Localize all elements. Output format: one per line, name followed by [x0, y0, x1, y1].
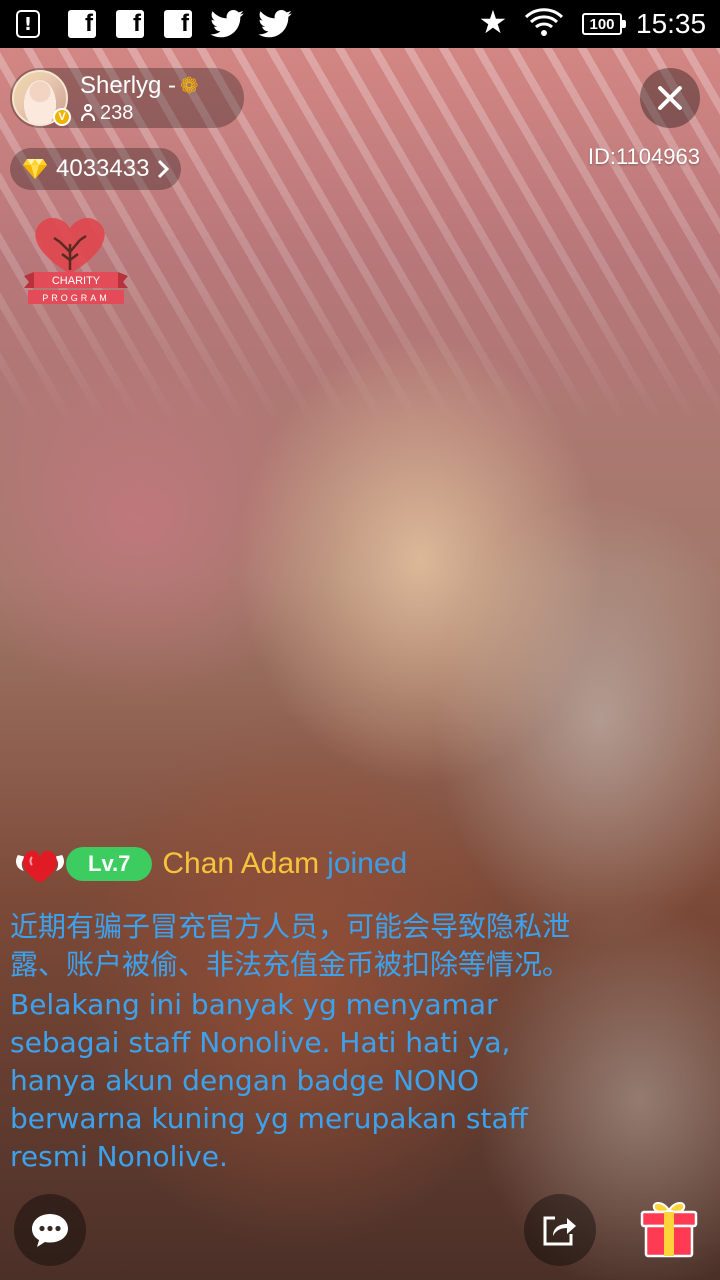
system-notice-message: 近期有骗子冒充官方人员，可能会导致隐私泄露、账户被偷、非法充值金币被扣除等情况。…	[10, 890, 570, 1180]
notice-chinese: 近期有骗子冒充官方人员，可能会导致隐私泄露、账户被偷、非法充值金币被扣除等情况。	[10, 910, 570, 981]
viewer-count-row: 238	[80, 102, 133, 124]
heart-wings-icon	[16, 850, 64, 883]
join-action-text: joined	[327, 847, 408, 880]
host-name: Sherlyg - ❁	[80, 72, 198, 100]
room-id: ID:1104963	[587, 144, 700, 169]
close-icon	[656, 84, 684, 112]
person-icon	[80, 104, 96, 122]
gift-button[interactable]	[636, 1196, 702, 1262]
close-button[interactable]	[640, 68, 700, 128]
flower-emoji-icon: ❁	[180, 73, 199, 98]
status-bar: ! f f f ★ 100 15:35	[0, 0, 720, 48]
verified-badge-icon: V	[53, 108, 71, 126]
battery-icon: 100	[582, 13, 626, 35]
charity-line1: CHARITY	[52, 275, 101, 287]
chat-bubble-icon	[32, 1214, 68, 1247]
host-name-text: Sherlyg -	[80, 72, 177, 99]
diamond-icon	[23, 159, 47, 179]
charity-heart-icon: CHARITY PROGRAM	[24, 217, 128, 304]
chevron-right-icon	[158, 159, 170, 179]
host-info-panel[interactable]: V Sherlyg - ❁ 238	[10, 68, 244, 128]
twitter-icon	[210, 10, 244, 38]
join-username[interactable]: Chan Adam	[162, 847, 319, 881]
wifi-icon	[524, 6, 564, 38]
facebook-icon: f	[68, 10, 96, 38]
notice-indonesian: Belakang ini banyak yg menyamar sebagai …	[10, 988, 528, 1173]
share-button[interactable]	[524, 1194, 596, 1266]
facebook-icon: f	[164, 10, 192, 38]
charity-program-badge[interactable]: CHARITY PROGRAM	[20, 208, 130, 308]
user-level-badge: Lv.7	[66, 847, 153, 881]
join-message: Lv.7 Chan Adam joined	[12, 840, 407, 888]
alert-icon: !	[16, 10, 40, 38]
diamond-count: 4033433	[56, 155, 150, 182]
diamond-balance-button[interactable]: 4033433	[10, 148, 181, 190]
share-icon	[543, 1216, 576, 1246]
star-icon: ★	[478, 3, 508, 41]
charity-line2: PROGRAM	[42, 293, 110, 303]
gift-box-icon	[640, 1202, 698, 1258]
battery-level: 100	[589, 15, 615, 33]
notice-chinese-clip: 近期有骗子冒充官方人员，可能会导致隐私泄露、账户被偷、非法充值金币被扣除等情况。	[10, 890, 570, 984]
chat-button[interactable]	[14, 1194, 86, 1266]
status-clock: 15:35	[636, 8, 707, 39]
facebook-icon: f	[116, 10, 144, 38]
viewer-count: 238	[100, 101, 134, 124]
twitter-icon	[258, 10, 292, 38]
